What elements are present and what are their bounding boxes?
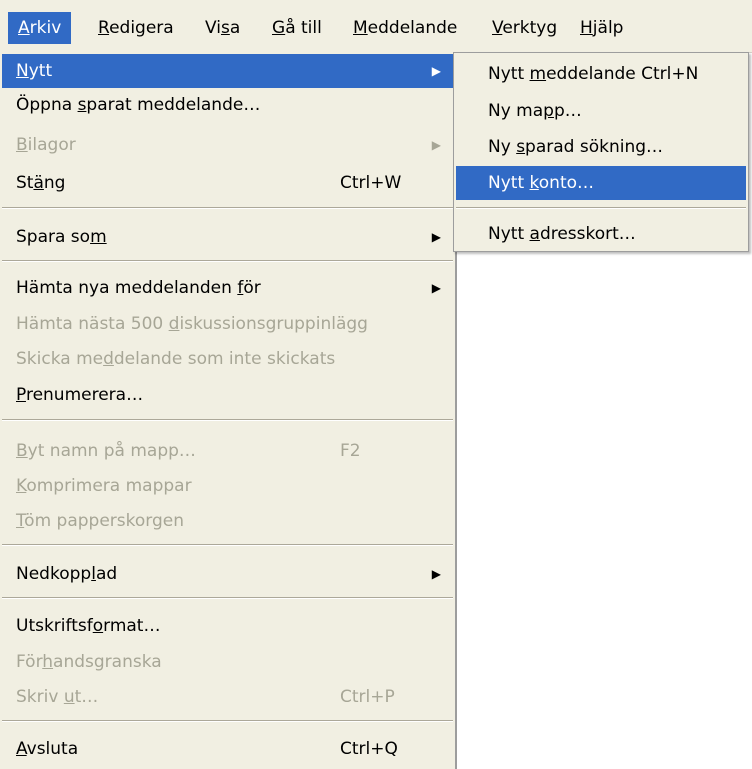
menu-item-label: Nytt — [16, 61, 53, 81]
shortcut-label: Ctrl+P — [340, 687, 395, 707]
shortcut-label: F2 — [340, 441, 361, 461]
menu-item-label: Utskriftsformat… — [16, 616, 161, 636]
menu-item-label: Skriv ut… — [16, 687, 99, 707]
menu-separator — [2, 720, 453, 722]
menu-item-byt-namn: Byt namn på mapp… F2 — [2, 434, 453, 468]
menu-item-label: Prenumerera… — [16, 385, 144, 405]
menu-visa[interactable]: Visa — [195, 12, 250, 44]
menu-bar: Arkiv Redigera Visa Gå till Meddelande V… — [0, 0, 752, 53]
submenu-arrow-icon: ▶ — [431, 138, 441, 152]
menu-redigera[interactable]: Redigera — [88, 12, 184, 44]
submenu-item-label: Ny mapp… — [488, 101, 582, 121]
menu-separator — [2, 260, 453, 262]
menu-item-label: Bilagor — [16, 135, 76, 155]
menu-item-label: Hämta nya meddelanden för — [16, 278, 261, 298]
menu-item-prenumerera[interactable]: Prenumerera… — [2, 378, 453, 412]
nytt-submenu: Nytt meddelande Ctrl+N Ny mapp… Ny spara… — [453, 52, 749, 252]
menu-item-label: Öppna sparat meddelande… — [16, 95, 261, 115]
menu-item-label: Stäng — [16, 173, 66, 193]
menu-item-label: Komprimera mappar — [16, 476, 192, 496]
submenu-item-nytt-adresskort[interactable]: Nytt adresskort… — [456, 217, 746, 251]
menu-item-nedkopplad[interactable]: Nedkopplad ▶ — [2, 557, 453, 591]
menu-item-label: Skicka meddelande som inte skickats — [16, 349, 336, 369]
menu-item-bilagor: Bilagor ▶ — [2, 128, 453, 162]
menu-item-nytt[interactable]: Nytt ▶ — [2, 54, 453, 88]
menu-item-label: Avsluta — [16, 739, 79, 759]
menu-item-label: Byt namn på mapp… — [16, 441, 196, 461]
submenu-item-nytt-konto[interactable]: Nytt konto… — [456, 166, 746, 200]
menu-separator — [2, 419, 453, 421]
menu-ga-till[interactable]: Gå till — [262, 12, 332, 44]
menu-arkiv[interactable]: Arkiv — [8, 12, 72, 44]
submenu-item-label: Nytt adresskort… — [488, 224, 636, 244]
menu-item-tom-papperskorgen: Töm papperskorgen — [2, 504, 453, 538]
menu-item-hamta-nasta: Hämta nästa 500 diskussionsgruppinlägg — [2, 307, 453, 341]
menu-item-skriv-ut: Skriv ut… Ctrl+P — [2, 680, 453, 714]
menu-item-label: Töm papperskorgen — [16, 511, 184, 531]
menu-item-utskriftsformat[interactable]: Utskriftsformat… — [2, 609, 453, 643]
menu-item-hamta-nya[interactable]: Hämta nya meddelanden för ▶ — [2, 271, 453, 305]
submenu-arrow-icon: ▶ — [431, 281, 441, 295]
menu-separator — [2, 597, 453, 599]
menu-item-skicka-meddelande: Skicka meddelande som inte skickats — [2, 342, 453, 376]
submenu-item-ny-sparad-sokning[interactable]: Ny sparad sökning… — [456, 130, 746, 164]
menu-hjalp[interactable]: Hjälp — [570, 12, 633, 44]
shortcut-label: Ctrl+W — [340, 173, 402, 193]
menu-item-komprimera: Komprimera mappar — [2, 469, 453, 503]
menu-item-avsluta[interactable]: Avsluta Ctrl+Q — [2, 732, 453, 766]
menu-separator — [2, 207, 453, 209]
menu-item-spara-som[interactable]: Spara som ▶ — [2, 220, 453, 254]
menu-item-label: Spara som — [16, 227, 107, 247]
submenu-item-label: Nytt meddelande Ctrl+N — [488, 64, 699, 84]
menu-item-label: Hämta nästa 500 diskussionsgruppinlägg — [16, 314, 368, 334]
menu-separator — [456, 207, 746, 209]
menu-meddelande[interactable]: Meddelande — [343, 12, 467, 44]
menu-item-label: Nedkopplad — [16, 564, 118, 584]
submenu-item-nytt-meddelande[interactable]: Nytt meddelande Ctrl+N — [456, 57, 746, 91]
menu-item-forhandsgranska: Förhandsgranska — [2, 645, 453, 679]
submenu-arrow-icon: ▶ — [431, 64, 441, 78]
menu-item-label: Förhandsgranska — [16, 652, 162, 672]
submenu-item-label: Ny sparad sökning… — [488, 137, 664, 157]
menu-separator — [2, 544, 453, 546]
menu-verktyg[interactable]: Verktyg — [482, 12, 567, 44]
menu-item-stang[interactable]: Stäng Ctrl+W — [2, 166, 453, 200]
arkiv-dropdown: Nytt ▶ Öppna sparat meddelande… Bilagor … — [0, 52, 457, 769]
submenu-arrow-icon: ▶ — [431, 230, 441, 244]
submenu-item-ny-mapp[interactable]: Ny mapp… — [456, 94, 746, 128]
submenu-item-label: Nytt konto… — [488, 173, 595, 193]
submenu-arrow-icon: ▶ — [431, 567, 441, 581]
shortcut-label: Ctrl+Q — [340, 739, 398, 759]
menu-item-oppna-sparat[interactable]: Öppna sparat meddelande… — [2, 88, 453, 122]
